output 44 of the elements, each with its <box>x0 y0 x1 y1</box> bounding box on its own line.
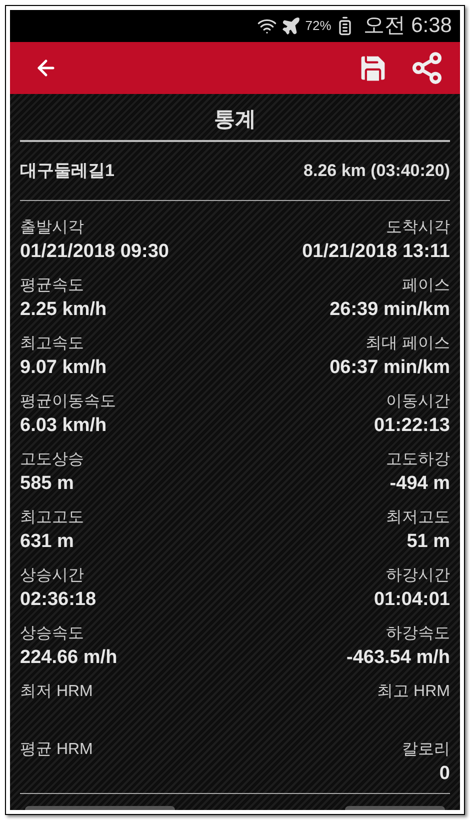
stat-label: 고도상승 <box>20 450 84 470</box>
stat-value: 06:37 min/km <box>330 356 450 380</box>
stat-label: 최고 HRM <box>377 682 450 702</box>
stat-label: 출발시각 <box>20 218 84 238</box>
stat-label: 도착시각 <box>386 218 450 238</box>
stat-value: 02:36:18 <box>20 588 96 612</box>
stat-label: 최저 HRM <box>20 682 93 702</box>
stat-label: 평균 HRM <box>20 740 93 760</box>
stat-label: 페이스 <box>402 276 450 296</box>
stat-value: 631 m <box>20 530 74 554</box>
stat-value: 9.07 km/h <box>20 356 107 380</box>
stat-label: 최고속도 <box>20 334 84 354</box>
share-button[interactable] <box>410 51 444 85</box>
airplane-icon <box>281 16 302 36</box>
stat-value: -463.54 m/h <box>346 646 450 670</box>
stat-label: 상승속도 <box>20 624 84 644</box>
stat-label: 최대 페이스 <box>366 334 450 354</box>
stat-value: 224.66 m/h <box>20 646 118 670</box>
stat-value: 0 <box>439 762 450 786</box>
page-title: 통계 <box>213 107 257 133</box>
stat-value: 585 m <box>20 472 74 496</box>
stat-label: 하강속도 <box>386 624 450 644</box>
stat-label: 최저고도 <box>386 508 450 528</box>
stat-value: 01:04:01 <box>374 588 450 612</box>
stat-value: 01/21/2018 09:30 <box>20 240 169 264</box>
stat-label: 고도하강 <box>386 450 450 470</box>
stat-value: 6.03 km/h <box>20 414 107 438</box>
stat-label: 하강시간 <box>386 566 450 586</box>
stat-value: 2.25 km/h <box>20 298 107 322</box>
route-summary: 8.26 km (03:40:20) <box>304 160 450 182</box>
stat-value: 26:39 min/km <box>330 298 450 322</box>
battery-percent: 72% <box>305 17 332 36</box>
stat-value: -494 m <box>390 472 450 496</box>
stat-value: 01:22:13 <box>374 414 450 438</box>
stat-value: 51 m <box>406 530 450 554</box>
stat-label: 최고고도 <box>20 508 84 528</box>
stat-label: 평균이동속도 <box>20 392 116 412</box>
stat-label: 상승시간 <box>20 566 84 586</box>
stat-value: 01/21/2018 13:11 <box>302 240 450 264</box>
route-name: 대구둘레길1 <box>20 160 114 182</box>
stat-label: 평균속도 <box>20 276 84 296</box>
stat-label: 이동시간 <box>386 392 450 412</box>
stat-label: 칼로리 <box>402 740 450 760</box>
clock: 오전 6:38 <box>363 13 452 40</box>
